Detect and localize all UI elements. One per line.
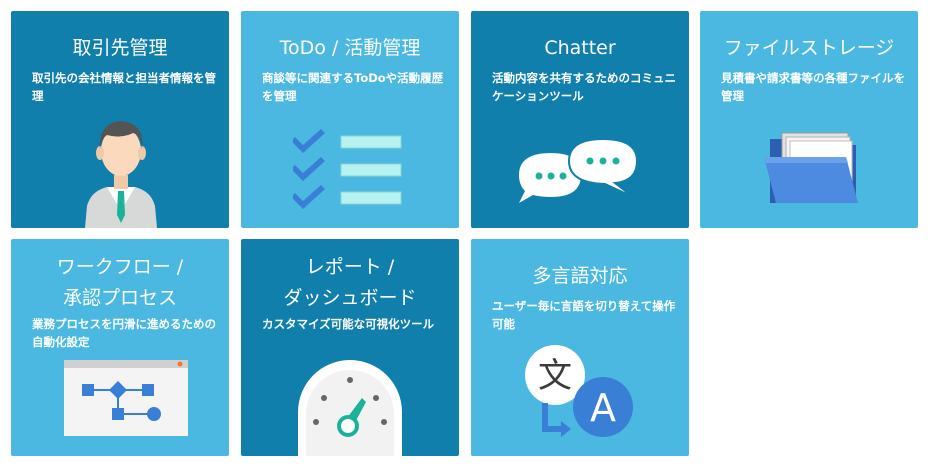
tile-title-wrap: ToDo / 活動管理: [241, 36, 459, 61]
tile-title: Chatter: [544, 37, 616, 59]
businessman-icon: [85, 121, 157, 228]
tile-title-line2: ダッシュボード: [283, 287, 417, 309]
checklist-icon: [293, 129, 402, 209]
tile-title-wrap: ファイルストレージ: [700, 36, 918, 61]
tile-title-line1: ワークフロー /: [56, 256, 184, 278]
tile-title-wrap: 多言語対応: [471, 264, 689, 289]
tile-description: ユーザー毎に言語を切り替えて操作可能: [492, 299, 676, 331]
tile-description: 取引先の会社情報と担当者情報を管理: [32, 71, 216, 103]
target-glyph: A: [590, 386, 616, 430]
tile-chatter[interactable]: Chatter 活動内容を共有するためのコミュニケーションツール: [471, 11, 689, 228]
tile-todo-activity[interactable]: ToDo / 活動管理 商談等に関連するToDoや活動履歴を管理: [241, 11, 459, 228]
tile-description: カスタマイズ可能な可視化ツール: [262, 317, 435, 331]
tile-description: 見積書や請求書等の各種ファイルを管理: [721, 71, 905, 103]
feature-grid: 取引先管理 取引先の会社情報と担当者情報を管理 ToDo / 活動管理 商談等に…: [0, 0, 930, 470]
folder-icon: [764, 132, 858, 203]
tile-description: 業務プロセスを円滑に進めるための自動化設定: [32, 317, 216, 349]
tile-title-wrap: レポート / ダッシュボード: [241, 255, 459, 311]
tile-report-dashboard[interactable]: レポート / ダッシュボード カスタマイズ可能な可視化ツール: [241, 239, 459, 456]
tile-title: ToDo / 活動管理: [279, 37, 421, 59]
source-glyph: 文: [538, 356, 572, 396]
tile-title-wrap: ワークフロー / 承認プロセス: [11, 255, 229, 311]
chat-bubbles-icon: [519, 137, 639, 203]
tile-description: 活動内容を共有するためのコミュニケーションツール: [492, 71, 676, 103]
tile-title-wrap: Chatter: [471, 36, 689, 61]
workflow-icon: [64, 360, 188, 436]
tile-multilingual[interactable]: 多言語対応 ユーザー毎に言語を切り替えて操作可能 文 A: [471, 239, 689, 456]
tile-account-management[interactable]: 取引先管理 取引先の会社情報と担当者情報を管理: [11, 11, 229, 228]
tile-title-line2: 承認プロセス: [62, 287, 177, 309]
tile-title-line1: レポート /: [305, 256, 395, 278]
translate-icon: 文 A: [525, 345, 633, 437]
tile-file-storage[interactable]: ファイルストレージ 見積書や請求書等の各種ファイルを管理: [700, 11, 918, 228]
tile-title: ファイルストレージ: [723, 37, 895, 59]
tile-workflow-approval[interactable]: ワークフロー / 承認プロセス 業務プロセスを円滑に進めるための自動化設定: [11, 239, 229, 456]
tile-title: 取引先管理: [72, 37, 168, 59]
tile-description: 商談等に関連するToDoや活動履歴を管理: [262, 71, 444, 103]
tile-title: 多言語対応: [532, 265, 628, 287]
gauge-icon: [298, 360, 402, 456]
tile-title-wrap: 取引先管理: [11, 36, 229, 61]
